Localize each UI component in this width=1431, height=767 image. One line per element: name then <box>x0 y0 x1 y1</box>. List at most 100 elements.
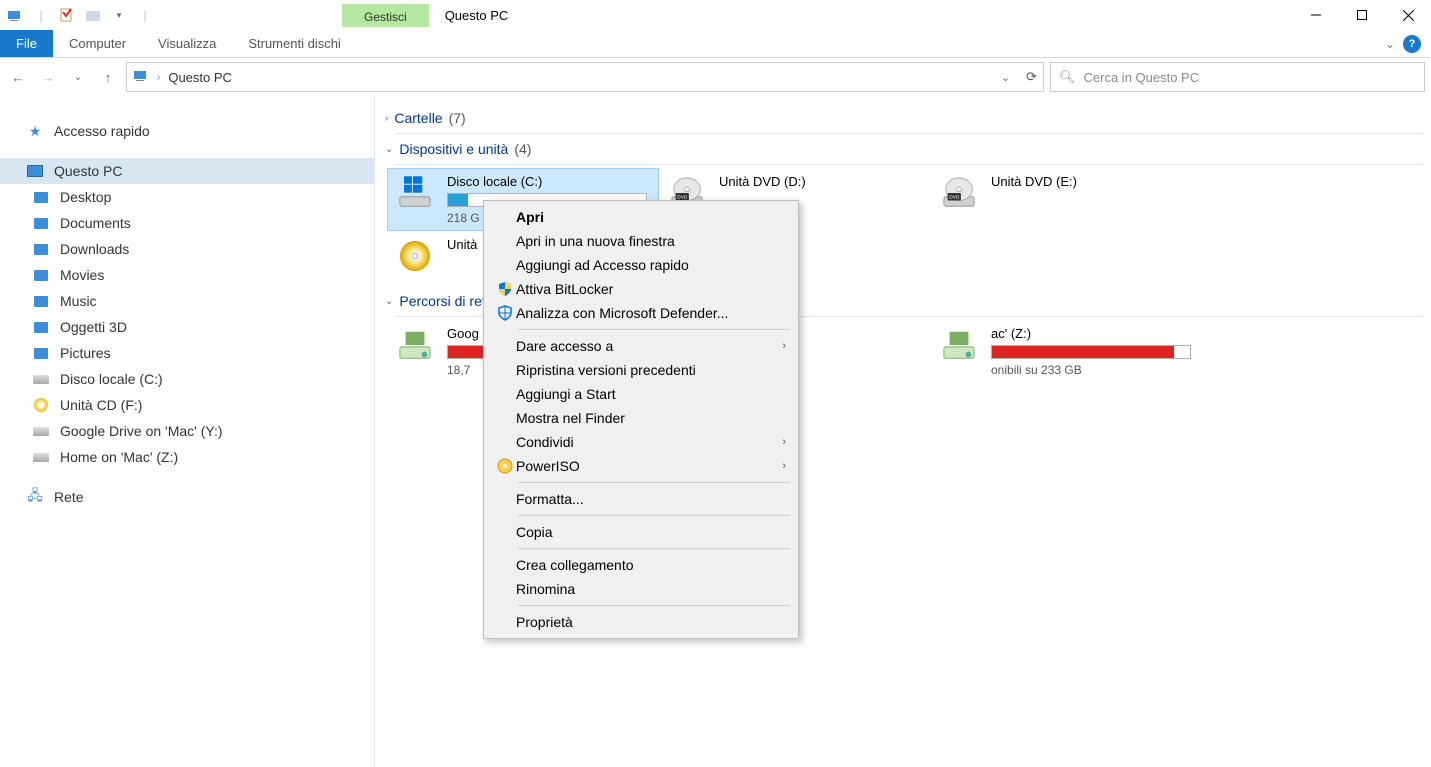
breadcrumb[interactable]: Questo PC <box>168 70 232 85</box>
tree-item[interactable]: Movies <box>0 262 374 288</box>
help-button[interactable]: ? <box>1403 35 1421 53</box>
address-pc-icon <box>133 69 149 86</box>
tree-label: Disco locale (C:) <box>60 371 163 387</box>
tree-item[interactable]: Music <box>0 288 374 314</box>
address-dropdown-icon[interactable]: ⌄ <box>997 71 1014 84</box>
tree-label: Music <box>60 293 97 309</box>
context-menu-item[interactable]: Copia <box>486 520 796 544</box>
context-menu-item[interactable]: Crea collegamento <box>486 553 796 577</box>
tree-item[interactable]: Documents <box>0 210 374 236</box>
network-drive-icon <box>937 326 981 364</box>
menu-label: PowerISO <box>516 458 782 474</box>
refresh-button[interactable]: ⟳ <box>1026 69 1037 85</box>
ribbon: File Computer Visualizza Strumenti disch… <box>0 30 1431 58</box>
context-menu-item[interactable]: Proprietà <box>486 610 796 634</box>
context-menu-item[interactable]: Aggiungi ad Accesso rapido <box>486 253 796 277</box>
tree-item[interactable]: Disco locale (C:) <box>0 366 374 392</box>
ribbon-tab-disk-tools[interactable]: Strumenti dischi <box>232 30 356 57</box>
folder-icon <box>32 241 50 257</box>
context-menu-item[interactable]: Attiva BitLocker <box>486 277 796 301</box>
window-title: Questo PC <box>445 8 509 23</box>
tree-item[interactable]: Downloads <box>0 236 374 262</box>
tree-item[interactable]: Oggetti 3D <box>0 314 374 340</box>
menu-separator <box>518 605 790 606</box>
star-icon: ★ <box>26 123 44 139</box>
menu-label: Mostra nel Finder <box>516 410 786 426</box>
manage-contextual-tab[interactable]: Gestisci <box>342 4 429 27</box>
ribbon-expand-icon[interactable]: ⌄ <box>1385 37 1395 51</box>
submenu-arrow-icon: › <box>782 436 786 448</box>
pc-icon <box>26 163 44 179</box>
context-menu-item[interactable]: Ripristina versioni precedenti <box>486 358 796 382</box>
qat-dropdown-icon[interactable]: ▾ <box>110 6 128 24</box>
tree-label: Oggetti 3D <box>60 319 127 335</box>
ribbon-tab-computer[interactable]: Computer <box>53 30 142 57</box>
qat-newfolder-icon[interactable] <box>84 6 102 24</box>
shield-blue-icon <box>494 305 516 321</box>
tree-network[interactable]: 🖧 Rete <box>0 484 374 510</box>
submenu-arrow-icon: › <box>782 460 786 472</box>
context-menu-item[interactable]: Apri in una nuova finestra <box>486 229 796 253</box>
tree-this-pc[interactable]: Questo PC <box>0 158 374 184</box>
context-menu-item[interactable]: Condividi› <box>486 430 796 454</box>
tree-label: Desktop <box>60 189 111 205</box>
context-menu-item[interactable]: Aggiungi a Start <box>486 382 796 406</box>
folder-icon <box>32 345 50 361</box>
context-menu-item[interactable]: Apri <box>486 205 796 229</box>
menu-label: Ripristina versioni precedenti <box>516 362 786 378</box>
ribbon-tab-file[interactable]: File <box>0 30 53 57</box>
tree-item[interactable]: Unità CD (F:) <box>0 392 374 418</box>
storage-bar <box>991 345 1191 359</box>
ribbon-tab-view[interactable]: Visualizza <box>142 30 232 57</box>
close-button[interactable] <box>1385 0 1431 30</box>
quick-access-toolbar: | ▾ | <box>0 6 160 24</box>
recent-locations-button[interactable]: ⌄ <box>66 65 90 89</box>
search-placeholder: Cerca in Questo PC <box>1084 70 1200 85</box>
tree-label: Accesso rapido <box>54 123 150 139</box>
context-menu-item[interactable]: PowerISO› <box>486 454 796 478</box>
drive-icon <box>32 449 50 465</box>
network-drive-icon <box>393 326 437 364</box>
drive-icon <box>32 371 50 387</box>
context-menu-item[interactable]: Analizza con Microsoft Defender... <box>486 301 796 325</box>
address-bar[interactable]: › Questo PC ⌄ ⟳ <box>126 62 1044 92</box>
menu-label: Analizza con Microsoft Defender... <box>516 305 786 321</box>
menu-label: Condividi <box>516 434 782 450</box>
section-title: Dispositivi e unità <box>399 141 508 157</box>
navigation-bar: ← → ⌄ ↑ › Questo PC ⌄ ⟳ 🔍︎ Cerca in Ques… <box>0 58 1431 96</box>
tree-item[interactable]: Google Drive on 'Mac' (Y:) <box>0 418 374 444</box>
chevron-down-icon: ⌄ <box>385 144 393 155</box>
back-button[interactable]: ← <box>6 65 30 89</box>
tree-item[interactable]: Pictures <box>0 340 374 366</box>
tree-label: Downloads <box>60 241 129 257</box>
menu-label: Rinomina <box>516 581 786 597</box>
context-menu-item[interactable]: Rinomina <box>486 577 796 601</box>
breadcrumb-separator-icon[interactable]: › <box>157 72 160 83</box>
tree-label: Google Drive on 'Mac' (Y:) <box>60 423 223 439</box>
section-devices[interactable]: ⌄ Dispositivi e unità (4) <box>383 137 1423 161</box>
forward-button[interactable]: → <box>36 65 60 89</box>
maximize-button[interactable] <box>1339 0 1385 30</box>
chevron-right-icon: › <box>385 113 388 124</box>
network-drive-item[interactable]: ac' (Z:)onibili su 233 GB <box>931 320 1203 383</box>
section-folders[interactable]: › Cartelle (7) <box>383 106 1423 130</box>
search-box[interactable]: 🔍︎ Cerca in Questo PC <box>1050 62 1425 92</box>
minimize-button[interactable] <box>1293 0 1339 30</box>
context-menu-item[interactable]: Dare accesso a› <box>486 334 796 358</box>
tree-item[interactable]: Desktop <box>0 184 374 210</box>
folder-icon <box>32 189 50 205</box>
qat-properties-icon[interactable] <box>58 6 76 24</box>
tree-item[interactable]: Home on 'Mac' (Z:) <box>0 444 374 470</box>
up-button[interactable]: ↑ <box>96 65 120 89</box>
folder-icon <box>32 215 50 231</box>
menu-separator <box>518 482 790 483</box>
context-menu-item[interactable]: Formatta... <box>486 487 796 511</box>
folder-icon <box>32 293 50 309</box>
chevron-down-icon: ⌄ <box>385 296 393 307</box>
poweriso-icon <box>494 458 516 474</box>
drive-item[interactable]: DVDUnità DVD (E:) <box>931 168 1203 231</box>
titlebar: | ▾ | Gestisci Questo PC <box>0 0 1431 30</box>
tree-label: Movies <box>60 267 104 283</box>
context-menu-item[interactable]: Mostra nel Finder <box>486 406 796 430</box>
tree-quick-access[interactable]: ★ Accesso rapido <box>0 118 374 144</box>
